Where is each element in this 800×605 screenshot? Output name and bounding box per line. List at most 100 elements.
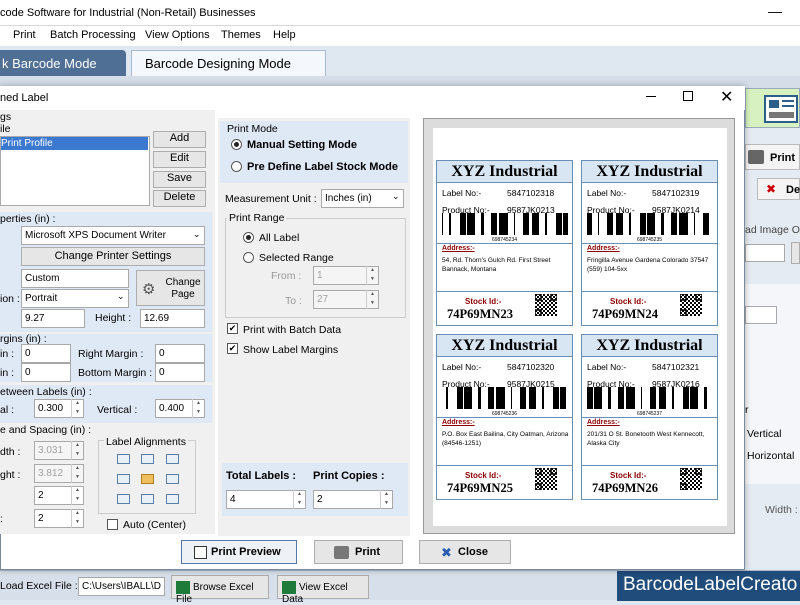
all-label-radio[interactable] (243, 232, 254, 243)
align-top-left-button[interactable] (117, 454, 130, 464)
label-divider (582, 417, 717, 418)
right-panel: Print ✖ De ad Image O r Vertical Horizon… (745, 88, 800, 568)
align-middle-right-button[interactable] (166, 474, 179, 484)
load-image-input[interactable] (745, 244, 785, 262)
menu-themes[interactable]: Themes (221, 29, 261, 41)
edit-button[interactable]: Edit (153, 151, 206, 168)
left-margin-input[interactable]: 0 (21, 344, 71, 363)
menu-print[interactable]: Print (13, 29, 36, 41)
to-spinner[interactable]: ▲ ▼ (366, 290, 378, 309)
view-excel-button[interactable]: View Excel Data (277, 575, 369, 605)
align-bottom-center-button[interactable] (141, 494, 154, 504)
horizontal-gap-spinner[interactable]: ▲ ▼ (71, 399, 83, 418)
horizontal-gap-label: al : (0, 404, 15, 416)
label-height-spinner[interactable]: ▲ ▼ (71, 464, 83, 483)
right-vertical-label: Vertical (747, 428, 782, 440)
rows-spinner[interactable]: ▲ ▼ (71, 486, 83, 505)
barcode-label-card: XYZ Industrial Label No:- 5847102320 Produc… (436, 334, 573, 500)
show-margins-label: Show Label Margins (243, 344, 339, 356)
print-range-title: Print Range (227, 212, 287, 224)
align-top-center-button[interactable] (141, 454, 154, 464)
manual-mode-radio[interactable] (231, 139, 242, 150)
menu-batch-processing[interactable]: Batch Processing (50, 29, 136, 41)
browse-excel-button[interactable]: Browse Excel File (171, 575, 269, 605)
tab-barcode-designing-mode[interactable]: Barcode Designing Mode (131, 50, 326, 76)
align-bottom-right-button[interactable] (166, 494, 179, 504)
align-middle-left-button[interactable] (117, 474, 130, 484)
close-button[interactable]: ✖ Close (419, 540, 511, 564)
barcode-label-card: XYZ Industrial Label No:- 5847102321 Produc… (581, 334, 718, 500)
file-frag: ile (0, 123, 11, 135)
add-button[interactable]: Add (153, 131, 206, 148)
batch-data-checkbox[interactable]: ✔ (227, 323, 238, 334)
address-value: 54, Rd. Thorn's Gulch Rd. First Street B… (442, 257, 551, 273)
barcode-graphic (587, 387, 707, 409)
delete-button[interactable]: Delete (153, 190, 206, 207)
label-width-spinner[interactable]: ▲ ▼ (71, 441, 83, 460)
right-margin-input[interactable]: 0 (155, 344, 205, 363)
right-margin-label: Right Margin : (78, 348, 144, 360)
delete-toolbar-button[interactable]: ✖ De (757, 178, 800, 200)
from-spinner[interactable]: ▲ ▼ (366, 266, 378, 285)
label-no-key: Label No:- (442, 188, 482, 198)
columns-spinner[interactable]: ▲ ▼ (71, 509, 83, 528)
orientation-select[interactable]: Portrait (21, 289, 129, 308)
dialog-minimize-icon[interactable] (646, 96, 656, 97)
right-horizontal-label: Horizontal (747, 450, 795, 462)
label-divider (437, 243, 572, 244)
predefine-mode-label: Pre Define Label Stock Mode (247, 161, 398, 173)
menu-help[interactable]: Help (273, 29, 296, 41)
vertical-gap-spinner[interactable]: ▲ ▼ (192, 399, 204, 418)
load-excel-label: Load Excel File : (0, 580, 78, 592)
change-printer-settings-button[interactable]: Change Printer Settings (21, 247, 205, 266)
selected-range-radio[interactable] (243, 252, 254, 263)
measurement-unit-label: Measurement Unit : (225, 193, 317, 205)
print-copies-spinner[interactable]: ▲ ▼ (380, 490, 392, 509)
print-toolbar-button[interactable]: Print (745, 144, 800, 170)
save-button[interactable]: Save (153, 171, 206, 188)
dialog-close-icon[interactable]: ✕ (720, 87, 733, 107)
align-bottom-left-button[interactable] (117, 494, 130, 504)
print-button[interactable]: Print (314, 540, 403, 564)
show-margins-checkbox[interactable]: ✔ (227, 343, 238, 354)
page-height-input[interactable]: 12.69 (140, 309, 205, 328)
bottom-margin-input[interactable]: 0 (155, 363, 205, 382)
browse-image-button[interactable] (791, 242, 800, 264)
toolbar-icon[interactable] (745, 88, 800, 128)
tab-quick-barcode-mode[interactable]: k Barcode Mode (0, 50, 126, 76)
dialog-title-bar: ned Label ✕ (0, 86, 745, 110)
printer-select[interactable]: Microsoft XPS Document Writer (21, 226, 205, 245)
print-preview-button[interactable]: Print Preview (181, 540, 297, 564)
qr-code-graphic (535, 468, 557, 490)
stock-id-value: 74P69MN26 (592, 481, 658, 495)
predefine-mode-radio[interactable] (231, 161, 242, 172)
properties-title: perties (in) : (0, 213, 56, 225)
align-top-right-button[interactable] (166, 454, 179, 464)
auto-center-checkbox[interactable] (107, 519, 118, 530)
paper-size-input[interactable]: Custom (21, 269, 129, 288)
align-middle-center-button[interactable] (141, 474, 154, 484)
excel-path-input[interactable]: C:\Users\IBALL\D (78, 577, 165, 596)
auto-center-label: Auto (Center) (123, 519, 187, 531)
menu-view-options[interactable]: View Options (145, 29, 210, 41)
minimize-icon[interactable]: — (768, 3, 782, 19)
top-margin-input[interactable]: 0 (21, 363, 71, 382)
settings-frag: gs (0, 111, 12, 123)
page-width-input[interactable]: 9.27 (21, 309, 85, 328)
delete-x-icon: ✖ (766, 182, 777, 196)
address-key: Address:- (587, 419, 620, 426)
right-input[interactable] (745, 306, 777, 324)
total-labels-spinner[interactable]: ▲ ▼ (293, 490, 305, 509)
profile-item[interactable]: Print Profile (1, 137, 148, 150)
barcode-label-card: XYZ Industrial Label No:- 5847102319 Produc… (581, 160, 718, 326)
stock-id-value: 74P69MN25 (447, 481, 513, 495)
stock-id-key: Stock Id:- (465, 471, 502, 480)
between-labels-title: etween Labels (in) : (0, 386, 92, 398)
to-label: To : (285, 295, 302, 307)
label-header: XYZ Industrial (437, 335, 572, 357)
change-page-button[interactable]: ⚙ Change Page (136, 270, 205, 306)
profile-list[interactable]: Print Profile (0, 136, 150, 206)
right-r-label: r (745, 404, 749, 416)
label-header: XYZ Industrial (437, 161, 572, 183)
dialog-maximize-icon[interactable] (683, 91, 693, 101)
